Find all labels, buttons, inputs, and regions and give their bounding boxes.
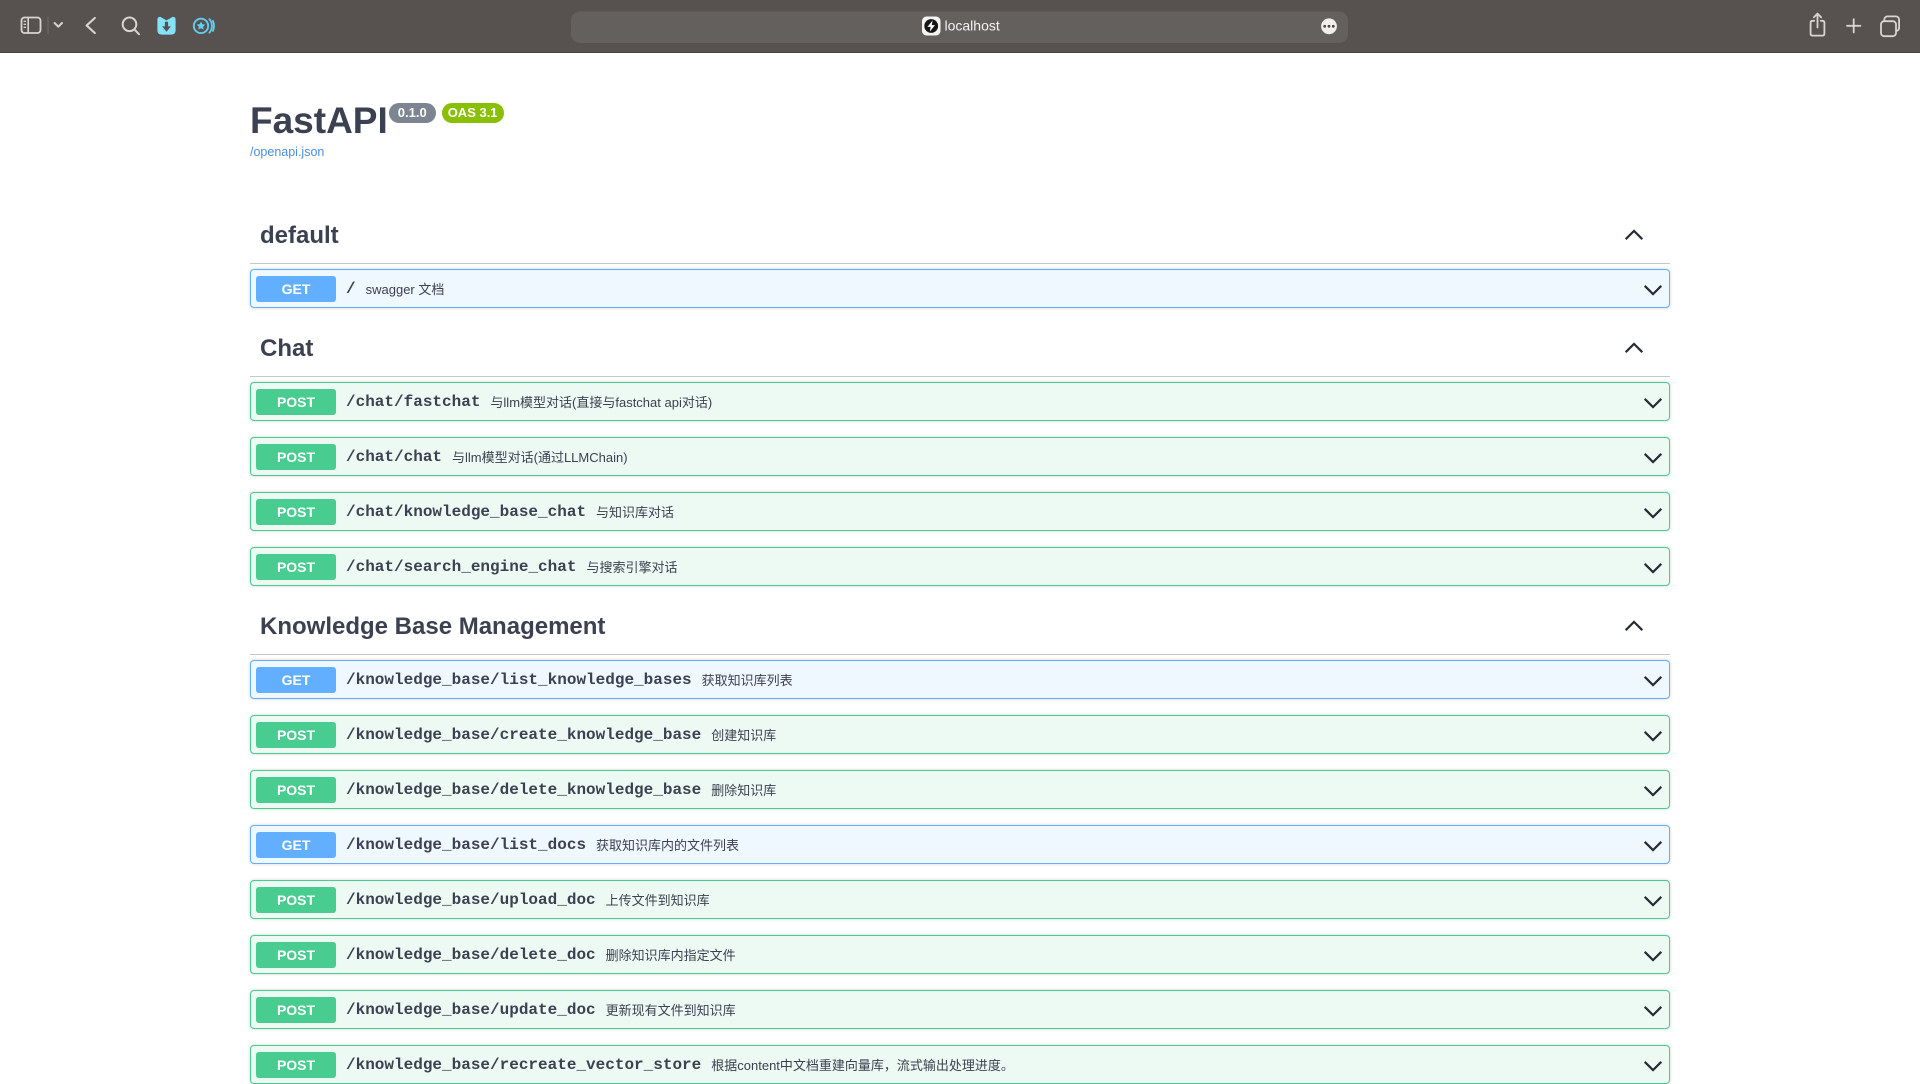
svg-text:localhost: localhost: [945, 18, 1000, 34]
